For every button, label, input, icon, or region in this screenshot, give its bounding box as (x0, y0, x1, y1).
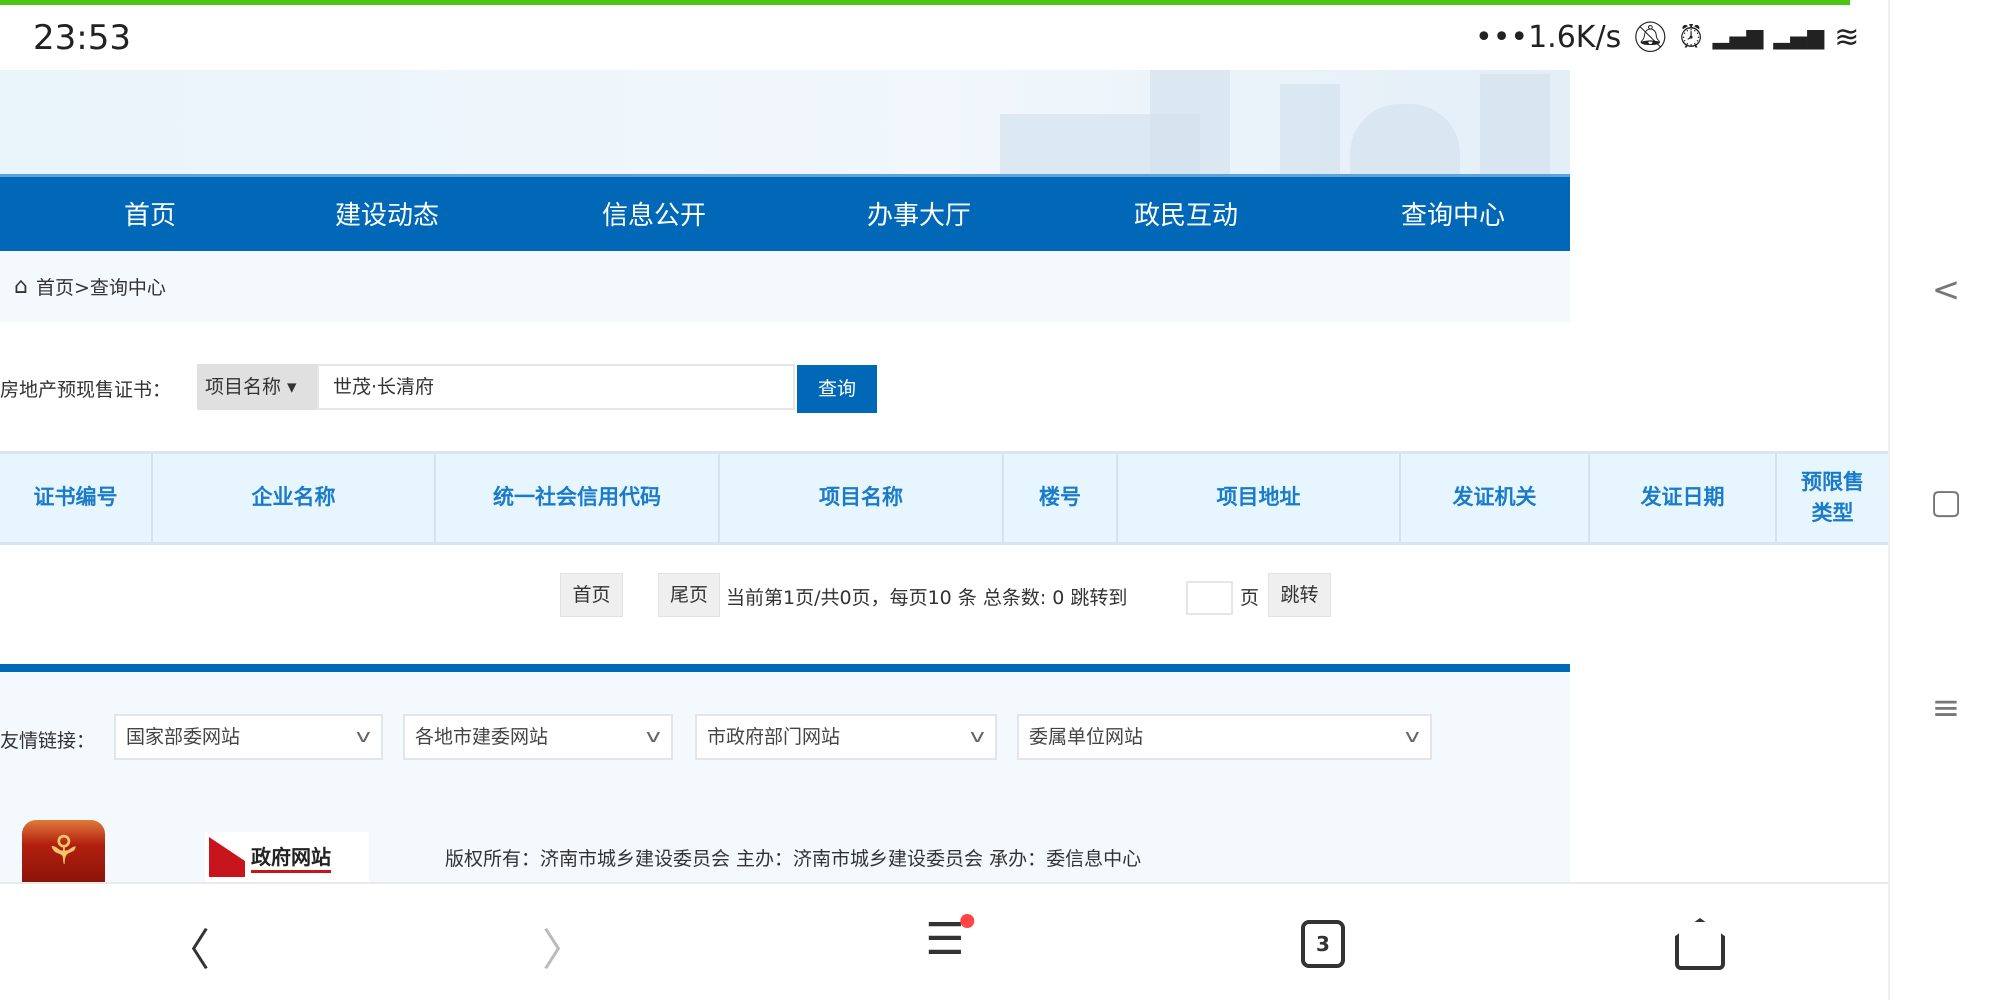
browser-bottom-bar: 〈 〉 ☰ 3 (0, 882, 1888, 1000)
jump-page-input[interactable] (1186, 581, 1233, 615)
select-value: 各地市建委网站 (415, 726, 549, 748)
site-banner (0, 70, 1570, 174)
last-page-button[interactable]: 尾页 (658, 573, 720, 617)
col-address: 项目地址 (1118, 454, 1401, 542)
results-table-header: 证书编号 企业名称 统一社会信用代码 项目名称 楼号 项目地址 发证机关 发证日… (0, 451, 1888, 545)
signal-icon: ▂▄▆ (1773, 25, 1825, 50)
nav-interaction[interactable]: 政民互动 (1134, 195, 1238, 232)
tabs-button[interactable]: 3 (1301, 920, 1345, 968)
page-load-progress (0, 0, 1850, 5)
col-project-name: 项目名称 (720, 454, 1004, 542)
copyright-text: 版权所有：济南市城乡建设委员会 主办：济南市城乡建设委员会 承办：委信息中心 (445, 848, 1142, 870)
ministry-links-select[interactable]: 国家部委网站 v (114, 714, 383, 760)
nav-info-public[interactable]: 信息公开 (602, 195, 706, 232)
page-info: 当前第1页/共0页，每页10 条 总条数: 0 跳转到 (726, 587, 1128, 609)
gov-website-logo[interactable]: 政府网站 (205, 832, 369, 882)
chevron-down-icon: v (970, 726, 986, 747)
col-issuer: 发证机关 (1401, 454, 1590, 542)
nav-home[interactable]: 首页 (124, 195, 176, 232)
col-presale-type: 预限售类型 (1801, 469, 1864, 526)
select-value: 国家部委网站 (126, 726, 241, 748)
col-credit-code: 统一社会信用代码 (436, 454, 720, 542)
emblem-logo: ⚘ (22, 820, 105, 882)
search-field-select[interactable]: 项目名称 ▾ (197, 364, 317, 410)
col-cert-no: 证书编号 (0, 454, 153, 542)
status-icons: •••1.6K/s 🔕︎ ⏰︎ ▂▄▆ ▂▄▆ ≋ (1475, 20, 1859, 55)
back-gesture-icon[interactable]: < (1890, 270, 2000, 310)
chevron-down-icon: v (1405, 726, 1421, 747)
forward-icon[interactable]: 〉 (542, 914, 586, 978)
breadcrumb: ⌂ 首页>查询中心 (0, 251, 1570, 322)
chevron-down-icon: v (356, 726, 372, 747)
status-time: 23:53 (33, 18, 131, 58)
affiliate-links-select[interactable]: 委属单位网站 v (1017, 714, 1432, 760)
nav-construction-news[interactable]: 建设动态 (335, 195, 439, 232)
gov-logo-icon (209, 837, 245, 877)
back-icon[interactable]: 〈 (166, 914, 210, 978)
select-value: 委属单位网站 (1029, 726, 1144, 748)
menu-icon[interactable]: ≡ (1890, 688, 2000, 728)
select-value: 市政府部门网站 (707, 726, 841, 748)
col-building: 楼号 (1004, 454, 1118, 542)
page-unit: 页 (1240, 587, 1260, 609)
home-icon[interactable]: ⌂ (14, 274, 28, 299)
net-speed: •••1.6K/s (1475, 20, 1622, 55)
links-label: 友情链接： (0, 730, 96, 752)
query-button[interactable]: 查询 (797, 365, 877, 413)
search-label: 房地产预现售证书： (0, 378, 172, 401)
notification-dot (960, 914, 975, 928)
nav-service-hall[interactable]: 办事大厅 (867, 195, 971, 232)
nav-query-center[interactable]: 查询中心 (1401, 195, 1505, 232)
square-icon[interactable]: ▢ (1890, 482, 2000, 522)
wifi-icon: ≋ (1834, 20, 1860, 55)
first-page-button[interactable]: 首页 (560, 573, 623, 617)
chevron-down-icon: v (646, 726, 662, 747)
mute-icon: 🔕︎ (1631, 20, 1670, 55)
main-nav: 首页 建设动态 信息公开 办事大厅 政民互动 查询中心 (0, 174, 1570, 251)
menu-icon[interactable]: ☰ (925, 914, 975, 965)
alarm-icon: ⏰︎ (1679, 20, 1703, 55)
gov-logo-text: 政府网站 (251, 841, 331, 873)
home-icon[interactable] (1675, 918, 1725, 970)
gov-dept-links-select[interactable]: 市政府部门网站 v (695, 714, 997, 760)
divider (0, 664, 1570, 672)
col-issue-date: 发证日期 (1590, 454, 1777, 542)
city-links-select[interactable]: 各地市建委网站 v (403, 714, 673, 760)
side-panel: < ▢ ≡ (1888, 0, 2000, 1000)
jump-button[interactable]: 跳转 (1268, 573, 1331, 617)
pagination: 首页 尾页 当前第1页/共0页，每页10 条 总条数: 0 跳转到 页 跳转 (0, 573, 1570, 617)
breadcrumb-text[interactable]: 首页>查询中心 (36, 273, 166, 300)
search-input[interactable]: 世茂·长清府 (317, 364, 795, 410)
col-company: 企业名称 (153, 454, 436, 542)
signal-icon: ▂▄▆ (1712, 25, 1764, 50)
